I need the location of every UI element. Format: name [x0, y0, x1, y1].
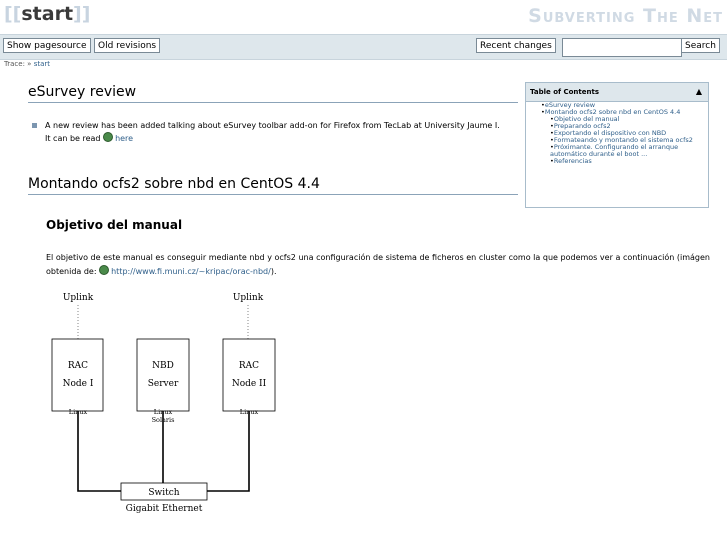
- diagram-box-rac-node-1: [51, 338, 104, 412]
- toc-title: Table of Contents: [530, 88, 600, 96]
- title-text[interactable]: start: [21, 3, 73, 25]
- heading-divider: [28, 194, 518, 195]
- diagram-box-nbd-server: [136, 338, 190, 412]
- diagram-label: RAC: [68, 361, 88, 371]
- toc-toggle-icon[interactable]: ▲: [696, 83, 702, 101]
- diagram-uplink-2: Uplink: [233, 293, 264, 303]
- title-bracket-open: [[: [4, 3, 22, 25]
- diagram-label: Server: [148, 379, 179, 389]
- list-bullet-icon: [32, 123, 37, 128]
- objetivo-paragraph: El objetivo de este manual es conseguir …: [46, 251, 710, 279]
- diagram-cables: [77, 411, 250, 492]
- review-here-link[interactable]: here: [115, 134, 133, 143]
- toc-item[interactable]: •Próximante. Configurando el arranque au…: [526, 144, 708, 158]
- diagram-network-label: Gigabit Ethernet: [126, 504, 203, 514]
- diagram-label: Node I: [63, 379, 94, 389]
- recent-changes-button[interactable]: Recent changes: [476, 38, 556, 53]
- diagram-switch-label: Switch: [148, 488, 179, 498]
- show-pagesource-button[interactable]: Show pagesource: [3, 38, 91, 53]
- diagram-label: NBD: [152, 361, 174, 371]
- para-end: ).: [270, 267, 277, 276]
- heading-objetivo: Objetivo del manual: [46, 218, 183, 232]
- title-bracket-close: ]]: [73, 3, 91, 25]
- diagram-box-rac-node-2: [222, 338, 276, 412]
- search-button[interactable]: Search: [681, 38, 720, 53]
- globe-icon: [99, 265, 110, 275]
- toolbar: Show pagesource Old revisions Recent cha…: [0, 34, 727, 60]
- heading-esurvey-review: eSurvey review: [28, 84, 137, 100]
- diagram-label: RAC: [239, 361, 259, 371]
- table-of-contents: Table of Contents ▲ •eSurvey review •Mon…: [525, 82, 709, 208]
- external-link-kripac[interactable]: http://www.fi.muni.cz/~kripac/orac-nbd/: [111, 267, 271, 276]
- diagram-uplink-1: Uplink: [63, 293, 94, 303]
- site-tagline: Subverting The Net: [528, 5, 723, 27]
- trace-separator: »: [27, 60, 32, 68]
- toc-header[interactable]: Table of Contents ▲: [526, 83, 708, 102]
- heading-montando-ocfs2: Montando ocfs2 sobre nbd en CentOS 4.4: [28, 176, 320, 192]
- trace-link-start[interactable]: start: [34, 60, 50, 68]
- review-paragraph: A new review has been added talking abou…: [45, 119, 525, 145]
- header: [[start]] Subverting The Net: [0, 0, 727, 34]
- trace-label: Trace:: [4, 60, 25, 68]
- read-text: It can be read: [45, 134, 101, 143]
- toc-item[interactable]: •Referencias: [526, 158, 708, 165]
- review-text: A new review has been added talking abou…: [45, 121, 500, 130]
- toc-list: •eSurvey review •Montando ocfs2 sobre nb…: [526, 102, 708, 165]
- heading-divider: [28, 102, 518, 103]
- globe-icon: [103, 132, 114, 142]
- cluster-diagram: Uplink Uplink RAC Node I NBD Server RAC …: [51, 293, 276, 514]
- site-title[interactable]: [[start]]: [4, 3, 90, 25]
- search-input[interactable]: [562, 38, 682, 57]
- breadcrumb: Trace: » start: [4, 60, 50, 68]
- diagram-label: Node II: [232, 379, 267, 389]
- old-revisions-button[interactable]: Old revisions: [94, 38, 161, 53]
